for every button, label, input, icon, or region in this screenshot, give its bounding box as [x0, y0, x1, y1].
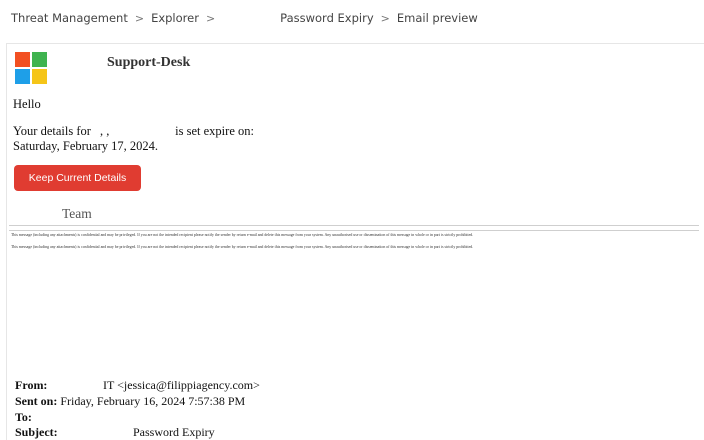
breadcrumb-explorer[interactable]: Explorer	[151, 11, 199, 25]
email-signature: Team	[62, 206, 92, 221]
breadcrumb-threat-management[interactable]: Threat Management	[11, 11, 128, 25]
redacted-text: , ,	[100, 124, 110, 138]
subject-value: Password Expiry	[133, 425, 215, 439]
header-subject: Subject: Password Expiry	[15, 425, 215, 440]
breadcrumb-email-preview: Email preview	[396, 11, 478, 25]
breadcrumb-separator: >	[134, 11, 145, 25]
email-preview-pane: Support-Desk Hello Your details for , , …	[6, 43, 704, 440]
sent-value: Friday, February 16, 2024 7:57:38 PM	[60, 394, 246, 408]
expiry-date: Saturday, February 17, 2024.	[13, 139, 158, 153]
keep-current-details-button[interactable]: Keep Current Details	[14, 165, 141, 191]
subject-label: Subject:	[15, 425, 58, 439]
email-details-line: Your details for , , is set expire on:	[13, 124, 254, 139]
header-to: To:	[15, 410, 32, 425]
breadcrumb-password-expiry[interactable]: Password Expiry	[280, 11, 373, 25]
breadcrumb: Threat Management > Explorer > Password …	[11, 9, 478, 27]
email-greeting: Hello	[13, 97, 41, 111]
disclaimer-text: This message (including any attachments)…	[11, 233, 474, 237]
email-sender-name: Support-Desk	[107, 55, 191, 70]
header-sent: Sent on: Friday, February 16, 2024 7:57:…	[15, 394, 245, 409]
sent-label: Sent on:	[15, 394, 58, 408]
disclaimer-text: This message (including any attachments)…	[11, 245, 474, 249]
windows-logo-icon	[15, 52, 47, 84]
from-value: IT <jessica@filippiagency.com>	[103, 378, 260, 392]
breadcrumb-separator: >	[205, 11, 216, 25]
divider	[9, 225, 699, 226]
details-suffix: is set expire on:	[175, 124, 254, 138]
breadcrumb-separator: >	[380, 11, 390, 25]
header-from: From: IT <jessica@filippiagency.com>	[15, 378, 260, 393]
divider	[9, 230, 699, 231]
details-prefix: Your details for	[13, 124, 91, 138]
to-label: To:	[15, 410, 32, 424]
from-label: From:	[15, 378, 48, 392]
